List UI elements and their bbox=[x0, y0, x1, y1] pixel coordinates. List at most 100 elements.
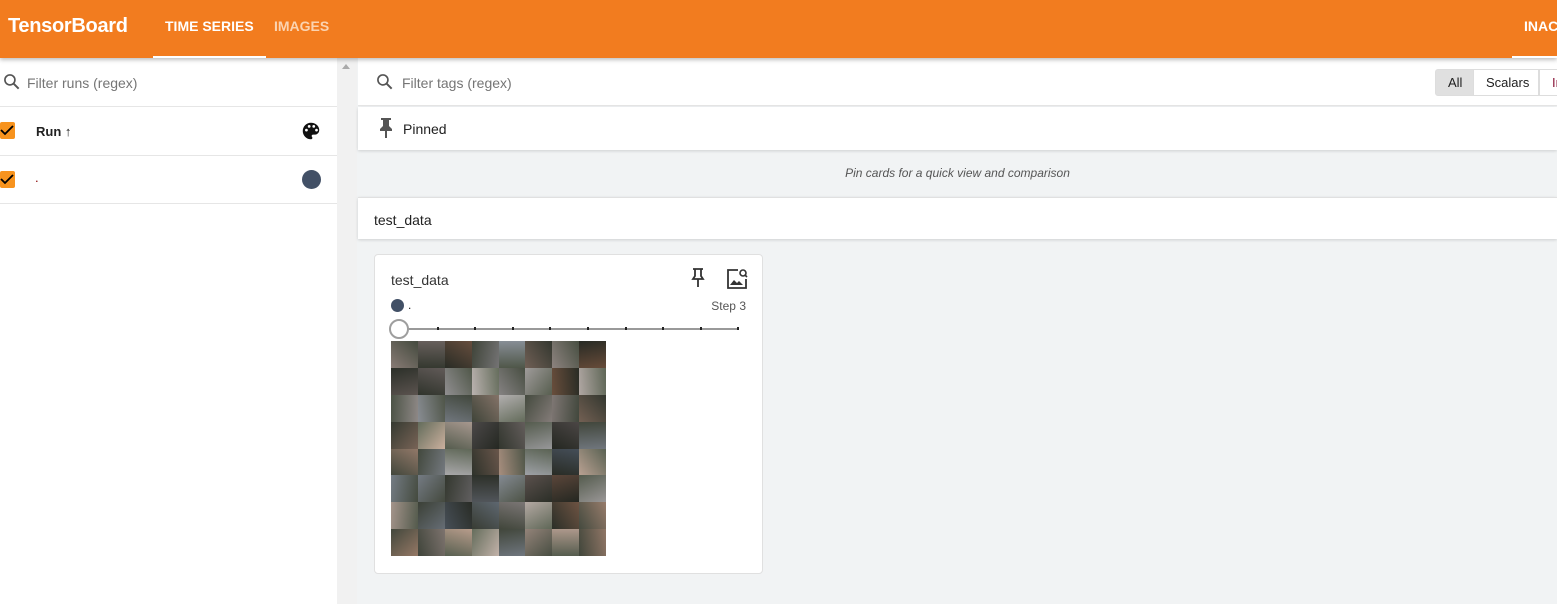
pinned-empty-message: Pin cards for a quick view and compariso… bbox=[845, 166, 1070, 180]
image-tile bbox=[391, 394, 418, 422]
image-tile bbox=[391, 421, 418, 449]
palette-icon[interactable] bbox=[300, 120, 322, 142]
image-tile bbox=[391, 502, 418, 530]
search-icon bbox=[4, 74, 20, 90]
image-tile bbox=[444, 421, 472, 449]
search-icon bbox=[377, 74, 393, 90]
image-tile bbox=[417, 502, 445, 530]
image-tile bbox=[417, 448, 445, 476]
slider-tick bbox=[549, 327, 552, 330]
run-color-swatch[interactable] bbox=[302, 170, 321, 189]
image-tile bbox=[444, 394, 472, 422]
pin-card-icon[interactable] bbox=[690, 267, 706, 289]
scroll-up-arrow-icon[interactable] bbox=[342, 64, 350, 69]
image-tile bbox=[579, 448, 606, 476]
image-tile bbox=[391, 529, 418, 556]
image-tile bbox=[498, 448, 526, 476]
sidebar-scrollbar[interactable] bbox=[337, 58, 357, 604]
slider-tick bbox=[699, 327, 702, 330]
image-tile bbox=[498, 502, 526, 530]
slider-tick bbox=[511, 327, 514, 330]
image-tile bbox=[552, 475, 580, 503]
image-tile bbox=[471, 529, 499, 556]
main-panel: Filter tags (regex) All Scalars In Pinne… bbox=[358, 58, 1557, 604]
tags-filter-input[interactable]: Filter tags (regex) bbox=[402, 75, 512, 91]
image-tile bbox=[444, 475, 472, 503]
image-tile bbox=[579, 529, 606, 556]
image-tile bbox=[498, 394, 526, 422]
filter-images-button[interactable]: In bbox=[1539, 69, 1557, 96]
image-tile bbox=[498, 529, 526, 556]
image-tile bbox=[552, 367, 580, 395]
select-all-checkbox[interactable] bbox=[0, 122, 15, 139]
image-tile bbox=[471, 475, 499, 503]
image-tile bbox=[417, 421, 445, 449]
run-color-dot bbox=[391, 299, 404, 312]
group-title: test_data bbox=[374, 212, 432, 228]
slider-tick bbox=[587, 327, 589, 330]
pinned-section-header: Pinned bbox=[358, 107, 1557, 150]
runs-sidebar: Filter runs (regex) Run ↑ . bbox=[0, 58, 337, 604]
image-tile bbox=[579, 421, 606, 449]
run-checkbox[interactable] bbox=[0, 171, 15, 188]
filter-scalars-button[interactable]: Scalars bbox=[1473, 69, 1539, 96]
image-tile bbox=[391, 341, 418, 368]
run-name: . bbox=[35, 170, 39, 185]
tab-time-series[interactable]: TIME SERIES bbox=[153, 18, 266, 58]
image-tile bbox=[525, 367, 553, 395]
fullscreen-image-icon[interactable] bbox=[726, 268, 748, 290]
image-tile bbox=[552, 394, 580, 422]
slider-tick bbox=[436, 327, 439, 330]
pin-icon bbox=[380, 118, 392, 138]
image-tile bbox=[498, 341, 526, 368]
image-tile bbox=[471, 448, 499, 476]
runs-header-row: Run ↑ bbox=[0, 107, 337, 156]
image-tile bbox=[552, 421, 580, 449]
image-tile bbox=[471, 341, 499, 368]
image-tile bbox=[391, 367, 418, 395]
image-tile bbox=[579, 341, 606, 368]
image-tile bbox=[471, 367, 499, 395]
runs-filter-input[interactable]: Filter runs (regex) bbox=[27, 75, 137, 91]
image-tile bbox=[525, 421, 553, 449]
image-tile bbox=[417, 367, 445, 395]
image-tile bbox=[471, 502, 499, 530]
image-tile bbox=[579, 367, 606, 395]
image-tile bbox=[579, 475, 606, 503]
filter-all-button[interactable]: All bbox=[1435, 69, 1476, 96]
image-tile bbox=[498, 475, 526, 503]
image-tile bbox=[525, 475, 553, 503]
image-tile bbox=[444, 341, 472, 368]
image-tile bbox=[525, 394, 553, 422]
image-tile bbox=[579, 394, 606, 422]
step-slider-thumb[interactable] bbox=[389, 319, 409, 339]
image-tile bbox=[444, 367, 472, 395]
image-tile bbox=[525, 502, 553, 530]
top-bar: TensorBoard TIME SERIES IMAGES INAC bbox=[0, 0, 1557, 58]
card-title: test_data bbox=[391, 272, 449, 288]
image-tile bbox=[391, 475, 418, 503]
run-column-header[interactable]: Run ↑ bbox=[36, 124, 71, 139]
image-tile bbox=[417, 341, 445, 368]
image-tile bbox=[525, 448, 553, 476]
image-card: test_data . Step 3 bbox=[374, 254, 763, 574]
tab-images[interactable]: IMAGES bbox=[262, 18, 341, 58]
image-tile bbox=[417, 394, 445, 422]
image-tile bbox=[525, 529, 553, 556]
image-tile bbox=[525, 341, 553, 368]
group-header-test-data[interactable]: test_data bbox=[358, 197, 1557, 239]
image-tile bbox=[417, 475, 445, 503]
image-tile bbox=[552, 529, 580, 556]
image-tile bbox=[444, 502, 472, 530]
runs-filter[interactable]: Filter runs (regex) bbox=[0, 58, 337, 107]
image-grid[interactable] bbox=[391, 341, 606, 556]
image-tile bbox=[552, 502, 580, 530]
run-row: . bbox=[0, 156, 337, 204]
step-slider-track[interactable] bbox=[399, 327, 740, 330]
image-tile bbox=[498, 367, 526, 395]
image-tile bbox=[552, 448, 580, 476]
card-run-name: . bbox=[408, 298, 412, 312]
image-tile bbox=[552, 341, 580, 368]
slider-tick bbox=[662, 327, 665, 330]
tab-inactive-menu[interactable]: INAC bbox=[1512, 18, 1557, 58]
